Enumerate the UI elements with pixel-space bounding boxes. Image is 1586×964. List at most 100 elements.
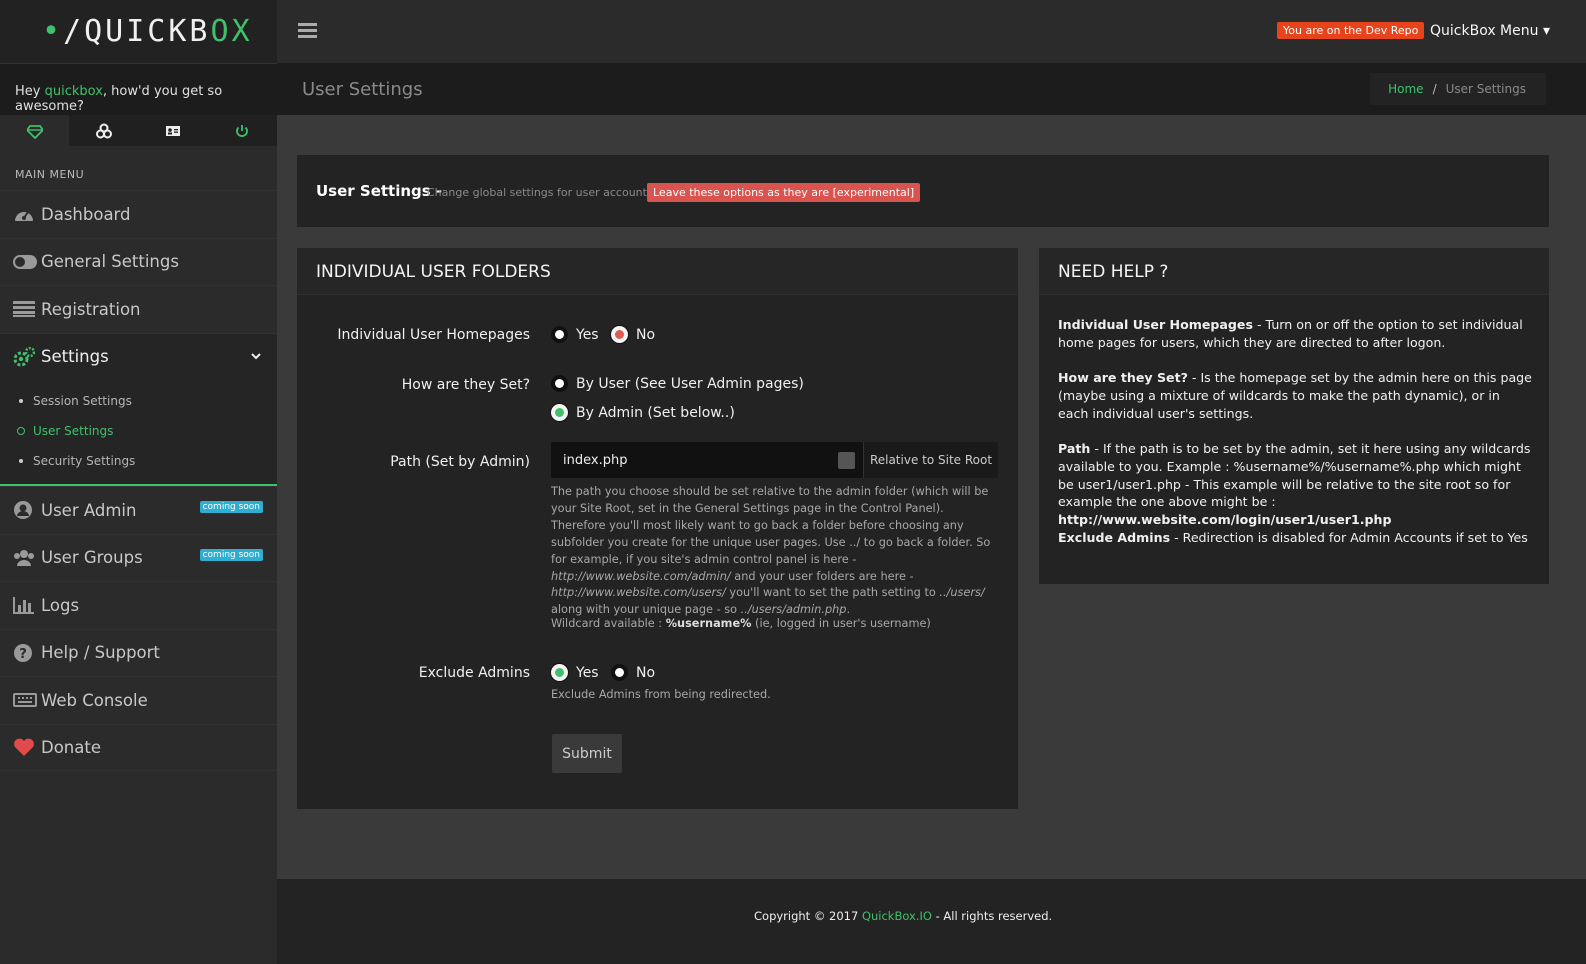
nav-label: User Admin xyxy=(41,500,137,520)
quickbox-io-link[interactable]: QuickBox.IO xyxy=(862,909,932,923)
need-help-panel: NEED HELP ? Individual User Homepages - … xyxy=(1039,248,1549,584)
radio-label: No xyxy=(636,326,656,343)
greeting-prefix: Hey xyxy=(15,84,45,99)
nav-label: Donate xyxy=(41,737,101,757)
nav-general-settings[interactable]: General Settings xyxy=(0,237,277,286)
registration-icon xyxy=(13,299,37,319)
settings-description: Change global settings for user accounts… xyxy=(427,186,657,199)
submit-button[interactable]: Submit xyxy=(552,734,622,773)
nav-user-groups[interactable]: User Groups coming soon xyxy=(0,533,277,582)
nav-label: Web Console xyxy=(41,690,148,710)
dev-repo-badge: You are on the Dev Repo xyxy=(1277,22,1425,39)
logo-bar: •/QUICKBOX xyxy=(0,0,277,63)
nav-label: Dashboard xyxy=(41,204,131,224)
wildcard-help-text: Wildcard available : %username% (ie, log… xyxy=(551,617,931,630)
exclude-no-radio[interactable]: No xyxy=(611,664,655,681)
coming-soon-badge: coming soon xyxy=(199,501,263,513)
breadcrumb-current: User Settings xyxy=(1445,82,1526,96)
keyboard-icon xyxy=(13,690,37,710)
nav-label: General Settings xyxy=(41,252,179,272)
breadcrumb-home[interactable]: Home xyxy=(1388,82,1423,96)
power-icon[interactable] xyxy=(207,115,276,146)
quickbox-logo[interactable]: •/QUICKBOX xyxy=(42,14,253,49)
individual-user-folders-panel: INDIVIDUAL USER FOLDERS Individual User … xyxy=(297,248,1018,809)
users-icon xyxy=(13,548,37,568)
nav-label: Help / Support xyxy=(41,643,160,663)
greeting-username[interactable]: quickbox xyxy=(45,84,103,99)
radio-label: Yes xyxy=(576,326,599,343)
sidebar: •/QUICKBOX Hey quickbox, how'd you get s… xyxy=(0,0,277,964)
nav-logs[interactable]: Logs xyxy=(0,581,277,629)
id-card-icon[interactable] xyxy=(138,115,207,146)
gears-icon xyxy=(13,346,37,367)
exclude-admins-label: Exclude Admins xyxy=(418,665,530,681)
radio-unchecked xyxy=(551,375,568,392)
keyboard-badge-icon xyxy=(838,452,855,469)
page-title: User Settings xyxy=(302,79,423,100)
chevron-down-icon xyxy=(251,352,261,359)
sub-user-settings[interactable]: User Settings xyxy=(0,416,277,446)
bar-chart-icon xyxy=(13,595,37,615)
experimental-warning-badge: Leave these options as they are [experim… xyxy=(647,183,921,202)
quickbox-menu-dropdown[interactable]: QuickBox Menu ▾ xyxy=(1430,23,1550,39)
how-set-label: How are they Set? xyxy=(401,377,530,393)
settings-header-panel: User Settings - Change global settings f… xyxy=(297,155,1549,227)
topbar: You are on the Dev Repo QuickBox Menu ▾ xyxy=(277,0,1586,63)
sub-session-settings[interactable]: Session Settings xyxy=(0,386,277,416)
by-user-radio[interactable]: By User (See User Admin pages) xyxy=(551,375,804,392)
nav-settings[interactable]: Settings xyxy=(0,332,277,380)
biohazard-icon[interactable] xyxy=(69,115,138,146)
copyright: Copyright © 2017 QuickBox.IO - All right… xyxy=(754,909,1053,923)
radio-unchecked xyxy=(611,664,628,681)
settings-submenu: Session Settings User Settings Security … xyxy=(0,380,277,486)
path-input[interactable]: index.php xyxy=(551,442,863,478)
settings-title: User Settings - xyxy=(316,182,443,200)
path-label: Path (Set by Admin) xyxy=(390,454,530,470)
by-admin-radio[interactable]: By Admin (Set below..) xyxy=(551,404,735,421)
dashboard-icon xyxy=(13,204,37,224)
radio-checked xyxy=(551,404,568,421)
nav-donate[interactable]: Donate xyxy=(0,723,277,771)
nav-user-admin[interactable]: User Admin coming soon xyxy=(0,486,277,534)
nav-label: Logs xyxy=(41,595,80,615)
help-exclude-admins: Exclude Admins - Redirection is disabled… xyxy=(1058,530,1528,545)
help-how-set: How are they Set? - Is the homepage set … xyxy=(1058,370,1532,421)
radio-label: By Admin (Set below..) xyxy=(576,404,735,421)
nav-label: Settings xyxy=(41,347,109,367)
svg-text:?: ? xyxy=(19,647,27,662)
nav-dashboard[interactable]: Dashboard xyxy=(0,190,277,238)
greeting: Hey quickbox, how'd you get so awesome? xyxy=(0,63,277,115)
help-panel-heading: NEED HELP ? xyxy=(1039,248,1549,295)
radio-checked xyxy=(551,664,568,681)
homepages-label: Individual User Homepages xyxy=(337,327,530,343)
toggle-icon xyxy=(13,252,37,272)
sub-security-settings[interactable]: Security Settings xyxy=(0,446,277,476)
page-header: User Settings Home / User Settings xyxy=(277,63,1586,115)
coming-soon-badge: coming soon xyxy=(199,548,263,561)
diamond-icon[interactable] xyxy=(0,115,69,146)
user-circle-icon xyxy=(13,500,37,520)
radio-unchecked xyxy=(551,326,568,343)
main-menu-title: MAIN MENU xyxy=(15,168,85,181)
sidebar-icon-tabs xyxy=(0,115,277,146)
help-path: Path - If the path is to be set by the a… xyxy=(1058,441,1531,528)
nav-web-console[interactable]: Web Console xyxy=(0,676,277,724)
nav-label: Registration xyxy=(41,299,141,319)
nav-registration[interactable]: Registration xyxy=(0,285,277,333)
radio-label: By User (See User Admin pages) xyxy=(576,375,804,392)
relative-to-site-root-addon: Relative to Site Root xyxy=(863,442,998,478)
radio-label: No xyxy=(636,664,656,681)
nav-help-support[interactable]: ? Help / Support xyxy=(0,628,277,677)
homepages-yes-radio[interactable]: Yes xyxy=(551,326,599,343)
nav-label: User Groups xyxy=(41,548,143,568)
exclude-yes-radio[interactable]: Yes xyxy=(551,664,599,681)
radio-label: Yes xyxy=(576,664,599,681)
homepages-no-radio[interactable]: No xyxy=(611,326,655,343)
form-panel-heading: INDIVIDUAL USER FOLDERS xyxy=(297,248,1018,295)
breadcrumb-separator: / xyxy=(1432,82,1437,96)
hamburger-icon[interactable] xyxy=(298,23,317,38)
footer: Copyright © 2017 QuickBox.IO - All right… xyxy=(277,879,1586,964)
breadcrumb: Home / User Settings xyxy=(1370,73,1546,105)
help-homepages: Individual User Homepages - Turn on or o… xyxy=(1058,317,1523,350)
exclude-admins-help-text: Exclude Admins from being redirected. xyxy=(551,688,771,701)
